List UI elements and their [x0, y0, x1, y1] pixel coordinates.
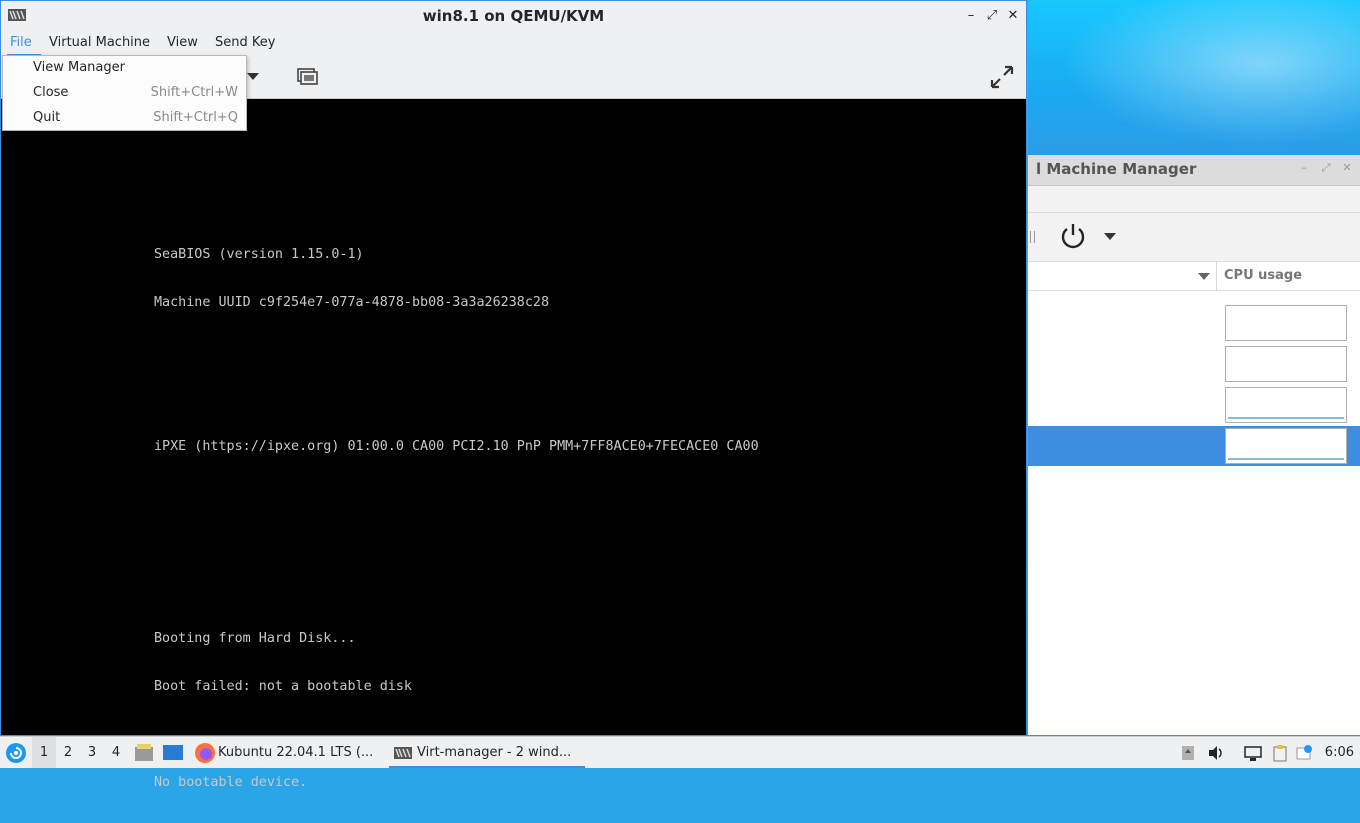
- manager-menubar: [1028, 186, 1360, 213]
- chevron-down-icon[interactable]: [1104, 233, 1116, 240]
- shortcut-label: Shift+Ctrl+Q: [153, 110, 238, 125]
- task-firefox[interactable]: Kubuntu 22.04.1 LTS (...: [192, 737, 382, 768]
- sort-arrow-icon[interactable]: [1198, 273, 1210, 280]
- virt-manager-window[interactable]: l Machine Manager – ⤢ ✕ CPU usage: [1028, 155, 1360, 735]
- menu-item-close[interactable]: Close Shift+Ctrl+W: [3, 81, 246, 106]
- cpu-usage-graph: [1225, 428, 1347, 464]
- eject-icon[interactable]: [1179, 744, 1197, 762]
- vm-list-header: CPU usage: [1028, 262, 1360, 291]
- workspace-2[interactable]: 2: [56, 737, 80, 768]
- menu-virtual-machine[interactable]: Virtual Machine: [49, 35, 150, 50]
- console-line: SeaBIOS (version 1.15.0-1): [154, 247, 364, 262]
- menubar: File Virtual Machine View Send Key: [1, 31, 1026, 56]
- maximize-icon[interactable]: ⤢: [1320, 162, 1332, 174]
- close-icon[interactable]: ✕: [1341, 162, 1353, 174]
- shortcut-label: Shift+Ctrl+W: [150, 85, 238, 100]
- cpu-usage-graph: [1225, 346, 1347, 382]
- volume-icon[interactable]: [1207, 744, 1225, 762]
- notifications-icon[interactable]: [1296, 744, 1314, 762]
- console-line: iPXE (https://ipxe.org) 01:00.0 CA00 PCI…: [154, 439, 759, 454]
- viewer-titlebar[interactable]: win8.1 on QEMU/KVM – ⤢ ✕: [1, 1, 1026, 31]
- vm-row-selected[interactable]: [1028, 426, 1360, 466]
- cpu-usage-graph: [1225, 387, 1347, 423]
- task-virt-manager[interactable]: Virt-manager - 2 wind...: [389, 737, 585, 768]
- maximize-icon[interactable]: ⤢: [983, 7, 1001, 25]
- console-line: Booting from Hard Disk...: [154, 631, 356, 646]
- menu-file[interactable]: File: [10, 35, 32, 50]
- toolbar-separator: [1030, 231, 1035, 243]
- vm-row[interactable]: [1028, 344, 1360, 384]
- window-title: win8.1 on QEMU/KVM: [422, 7, 605, 25]
- fullscreen-icon[interactable]: [989, 64, 1015, 90]
- minimize-icon[interactable]: –: [962, 7, 980, 25]
- menu-item-quit[interactable]: Quit Shift+Ctrl+Q: [3, 106, 246, 131]
- app-launcher-icon[interactable]: [5, 742, 27, 764]
- workspace-4[interactable]: 4: [104, 737, 128, 768]
- console-line: Machine UUID c9f254e7-077a-4878-bb08-3a3…: [154, 295, 550, 310]
- clipboard-icon[interactable]: [1271, 744, 1289, 762]
- minimize-icon[interactable]: –: [1298, 162, 1310, 174]
- file-menu-dropdown: View Manager Close Shift+Ctrl+W Quit Shi…: [2, 55, 247, 131]
- chevron-down-icon[interactable]: [247, 73, 259, 80]
- vm-row[interactable]: [1028, 385, 1360, 425]
- menu-view[interactable]: View: [167, 35, 198, 50]
- vm-row[interactable]: [1028, 303, 1360, 343]
- file-manager-icon[interactable]: [134, 743, 154, 763]
- power-icon[interactable]: [1058, 221, 1088, 251]
- network-icon[interactable]: [1244, 744, 1262, 762]
- menu-send-key[interactable]: Send Key: [215, 35, 275, 50]
- virt-manager-icon: [394, 747, 412, 759]
- clock[interactable]: 6:06: [1325, 737, 1354, 768]
- vm-console-output[interactable]: SeaBIOS (version 1.15.0-1) Machine UUID …: [154, 215, 759, 823]
- workspace-1[interactable]: 1: [32, 737, 56, 768]
- cpu-usage-graph: [1225, 305, 1347, 341]
- taskbar: 1 2 3 4 Kubuntu 22.04.1 LTS (... Virt-ma…: [0, 736, 1360, 768]
- console-line: No bootable device.: [154, 775, 308, 790]
- screenshot-icon[interactable]: [296, 66, 318, 88]
- manager-title: l Machine Manager: [1036, 160, 1197, 178]
- console-line: Boot failed: not a bootable disk: [154, 679, 412, 694]
- manager-toolbar: [1028, 213, 1360, 262]
- workspace-3[interactable]: 3: [80, 737, 104, 768]
- menu-item-view-manager[interactable]: View Manager: [3, 56, 246, 81]
- close-icon[interactable]: ✕: [1004, 7, 1022, 25]
- firefox-icon: [195, 743, 215, 763]
- cpu-usage-column-header[interactable]: CPU usage: [1216, 262, 1302, 290]
- manager-titlebar[interactable]: l Machine Manager – ⤢ ✕: [1028, 155, 1360, 186]
- desktop-icon[interactable]: [162, 743, 184, 763]
